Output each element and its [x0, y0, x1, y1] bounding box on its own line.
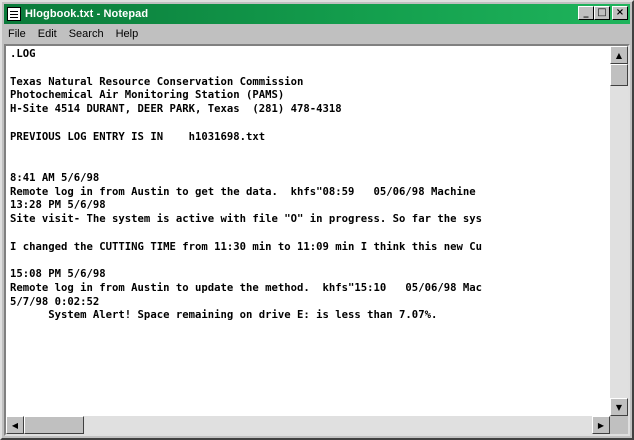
text-line: Remote log in from Austin to get the dat… — [10, 185, 476, 198]
document-text[interactable]: .LOG Texas Natural Resource Conservation… — [10, 48, 606, 414]
text-line — [10, 254, 606, 268]
horizontal-scrollbar[interactable]: ◀ ▶ — [6, 416, 610, 434]
text-line — [10, 158, 606, 172]
notepad-app-icon[interactable] — [7, 7, 21, 21]
text-line: System Alert! Space remaining on drive E… — [10, 309, 438, 322]
scroll-left-arrow-icon[interactable]: ◀ — [6, 416, 24, 434]
scroll-down-arrow-icon[interactable]: ▼ — [610, 398, 628, 416]
text-line — [10, 227, 606, 241]
text-editor[interactable]: .LOG Texas Natural Resource Conservation… — [4, 44, 630, 436]
text-line: .LOG — [10, 48, 36, 60]
minimize-button[interactable]: _ — [578, 6, 594, 20]
text-line — [10, 62, 606, 76]
title-bar[interactable]: Hlogbook.txt - Notepad _ □ × — [4, 4, 630, 24]
window-title: Hlogbook.txt - Notepad — [25, 8, 149, 20]
text-line — [10, 144, 606, 158]
notepad-window: Hlogbook.txt - Notepad _ □ × File Edit S… — [0, 0, 634, 440]
menu-edit[interactable]: Edit — [32, 28, 63, 40]
text-line: Site visit- The system is active with fi… — [10, 213, 482, 225]
menu-search[interactable]: Search — [63, 28, 110, 40]
menu-bar: File Edit Search Help — [4, 25, 630, 43]
vertical-scroll-thumb[interactable] — [610, 64, 628, 86]
text-line — [10, 117, 606, 131]
text-line: 13:28 PM 5/6/98 — [10, 199, 106, 212]
text-line: H-Site 4514 DURANT, DEER PARK, Texas (28… — [10, 103, 342, 115]
text-line: Photochemical Air Monitoring Station (PA… — [10, 89, 285, 102]
menu-file[interactable]: File — [4, 28, 32, 40]
horizontal-scroll-thumb[interactable] — [24, 416, 84, 434]
maximize-button[interactable]: □ — [594, 6, 610, 20]
text-line: 15:08 PM 5/6/98 — [10, 268, 106, 280]
text-line: Remote log in from Austin to update the … — [10, 281, 482, 294]
text-line: I changed the CUTTING TIME from 11:30 mi… — [10, 240, 482, 253]
scroll-right-arrow-icon[interactable]: ▶ — [592, 416, 610, 434]
text-line: Texas Natural Resource Conservation Comm… — [10, 75, 304, 88]
vertical-scrollbar[interactable]: ▲ ▼ — [610, 46, 628, 416]
close-button[interactable]: × — [612, 6, 628, 20]
text-line: 8:41 AM 5/6/98 — [10, 171, 100, 184]
window-controls: _ □ × — [578, 6, 628, 20]
menu-help[interactable]: Help — [110, 28, 145, 40]
text-line: 5/7/98 0:02:52 — [10, 295, 100, 308]
text-line: PREVIOUS LOG ENTRY IS IN h1031698.txt — [10, 130, 266, 143]
scroll-up-arrow-icon[interactable]: ▲ — [610, 46, 628, 64]
scrollbar-corner — [610, 416, 628, 434]
